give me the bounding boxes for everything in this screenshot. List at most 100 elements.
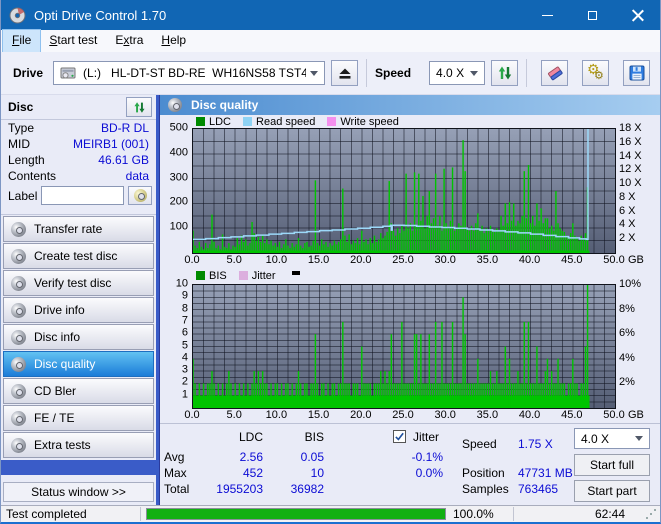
write-label-button[interactable] [128, 186, 152, 205]
bis-chart-svg [193, 285, 615, 408]
checkmark-icon [395, 432, 404, 441]
disc-row-value[interactable]: data [126, 168, 149, 184]
menu-bar: File Start test Extra Help [1, 29, 660, 53]
close-button[interactable] [615, 0, 660, 30]
status-text: Test completed [6, 507, 87, 521]
drive-dropdown[interactable]: (L:) HL-DT-ST BD-RE WH16NS58 TST4 [53, 61, 326, 85]
ldc-chart-svg [193, 129, 615, 253]
sidebar: Disc Type BD-R DL MID MEIRB1 (001) Length 46.… [1, 95, 159, 505]
ldc-plot-area [192, 128, 616, 254]
legend-swatch-write-speed [327, 117, 337, 126]
y-axis-tick: 4% [619, 351, 635, 364]
sidebar-item-transfer-rate[interactable]: Transfer rate [3, 216, 154, 242]
close-icon [632, 9, 644, 21]
x-axis-tick: 40.0 [518, 409, 541, 421]
progress-fill [147, 509, 445, 519]
disc-row-type: Type BD-R DL [1, 120, 156, 136]
progress-bar [146, 508, 446, 520]
x-axis-tick: 40.0 [518, 254, 541, 266]
menu-item-start-test[interactable]: Start test [40, 30, 106, 52]
resize-grip[interactable] [654, 509, 656, 511]
bis-right-axis: 2% 4% 6% 8% 10% [616, 278, 660, 409]
sidebar-item-extra-tests[interactable]: Extra tests [3, 432, 154, 458]
titlebar: Opti Drive Control 1.70 [1, 0, 660, 30]
test-speed-dropdown[interactable]: 4.0 X [574, 428, 650, 449]
app-disc-icon [9, 7, 26, 23]
minimize-button[interactable] [525, 0, 570, 30]
sidebar-item-label: Create test disc [34, 249, 118, 263]
sidebar-item-cd-bler[interactable]: CD Bler [3, 378, 154, 404]
bis-chart-legend: BIS Jitter [160, 267, 660, 284]
legend-label: BIS [209, 269, 227, 282]
eject-icon [339, 68, 351, 79]
ldc-left-axis: 100 200 300 400 500 [160, 121, 192, 254]
eraser-icon [547, 66, 563, 81]
settings-button[interactable]: ⚙ ⚙ [582, 60, 610, 86]
chevron-down-icon [470, 70, 479, 80]
sidebar-item-label: Verify test disc [34, 276, 112, 290]
panel-title: Disc quality [191, 98, 259, 112]
y-axis-tick: 18 X [619, 122, 642, 134]
sidebar-item-fe-te[interactable]: FE / TE [3, 405, 154, 431]
x-axis-tick: 15.0 [307, 254, 330, 266]
extra-tests-icon [11, 437, 26, 453]
eject-button[interactable] [331, 60, 359, 86]
legend-swatch-jitter [238, 271, 248, 280]
maximize-icon [588, 10, 597, 20]
disc-row-value: 46.61 GB [98, 153, 149, 167]
x-axis-tick: 20.0 [350, 409, 372, 421]
x-axis-tick: 10.0 [265, 254, 288, 266]
sidebar-item-drive-info[interactable]: Drive info [3, 297, 154, 323]
sidebar-item-disc-info[interactable]: Disc info [3, 324, 154, 350]
y-axis-tick: 9 [181, 289, 188, 302]
sidebar-item-verify-test-disc[interactable]: Verify test disc [3, 270, 154, 296]
x-axis-tick: 5.0 [226, 409, 242, 421]
maximize-button[interactable] [570, 0, 615, 30]
sidebar-item-disc-quality[interactable]: Disc quality [3, 351, 154, 377]
refresh-button[interactable] [491, 60, 519, 86]
ldc-column-header: LDC [238, 430, 263, 444]
menu-item-file[interactable]: File [1, 29, 42, 53]
x-axis-tick: 0.0 [184, 254, 200, 266]
disc-row-contents: Contents data [1, 168, 156, 184]
speed-dropdown[interactable]: 4.0 X [429, 61, 486, 85]
gear-icon: ⚙ [594, 70, 604, 82]
y-axis-tick: 4 X [619, 218, 636, 231]
start-part-button[interactable]: Start part [574, 480, 650, 502]
x-axis-tick: 15.0 [307, 409, 330, 421]
status-window-button[interactable]: Status window >> [3, 482, 154, 502]
sidebar-item-label: Extra tests [34, 438, 91, 452]
toolbar: Drive (L:) HL-DT-ST BD-RE WH16NS58 TST4 … [1, 52, 660, 95]
y-axis-tick: 2 [181, 375, 188, 388]
position-stat-value: 47731 MB [518, 466, 573, 480]
erase-disc-button[interactable] [541, 60, 569, 86]
sidebar-item-create-test-disc[interactable]: Create test disc [3, 243, 154, 269]
statusbar-separator [513, 507, 514, 521]
y-axis-tick: 10 X [619, 177, 642, 190]
legend-label: LDC [209, 115, 232, 128]
start-full-button[interactable]: Start full [574, 454, 650, 476]
chevron-down-icon [635, 436, 643, 445]
y-axis-tick: 12 X [619, 163, 642, 176]
menu-item-help[interactable]: Help [152, 30, 195, 52]
jitter-line-marker [291, 270, 300, 275]
label-input[interactable] [41, 186, 124, 205]
disc-row-mid: MID MEIRB1 (001) [1, 136, 156, 152]
y-axis-tick: 2 X [619, 232, 636, 245]
create-test-disc-icon [11, 248, 26, 264]
stat-value: 0.05 [300, 450, 324, 464]
toolbar-separator [366, 59, 368, 87]
window-title: Opti Drive Control 1.70 [34, 7, 167, 23]
jitter-checkbox-label: Jitter [413, 430, 440, 444]
app-window: Opti Drive Control 1.70 File Start test Ex… [0, 0, 661, 524]
x-axis-tick: 0.0 [184, 409, 200, 421]
disc-info-panel: Disc Type BD-R DL MID MEIRB1 (001) Length 46.… [1, 95, 156, 215]
menu-item-extra[interactable]: Extra [106, 30, 152, 52]
y-axis-tick: 2% [619, 376, 635, 389]
status-bar: Test completed 100.0% 62:44 [1, 505, 660, 522]
disc-icon [133, 189, 147, 202]
jitter-checkbox[interactable] [393, 430, 406, 443]
save-button[interactable] [623, 60, 651, 86]
x-axis-tick: 45.0 [561, 409, 583, 421]
disc-refresh-button[interactable] [126, 97, 152, 117]
